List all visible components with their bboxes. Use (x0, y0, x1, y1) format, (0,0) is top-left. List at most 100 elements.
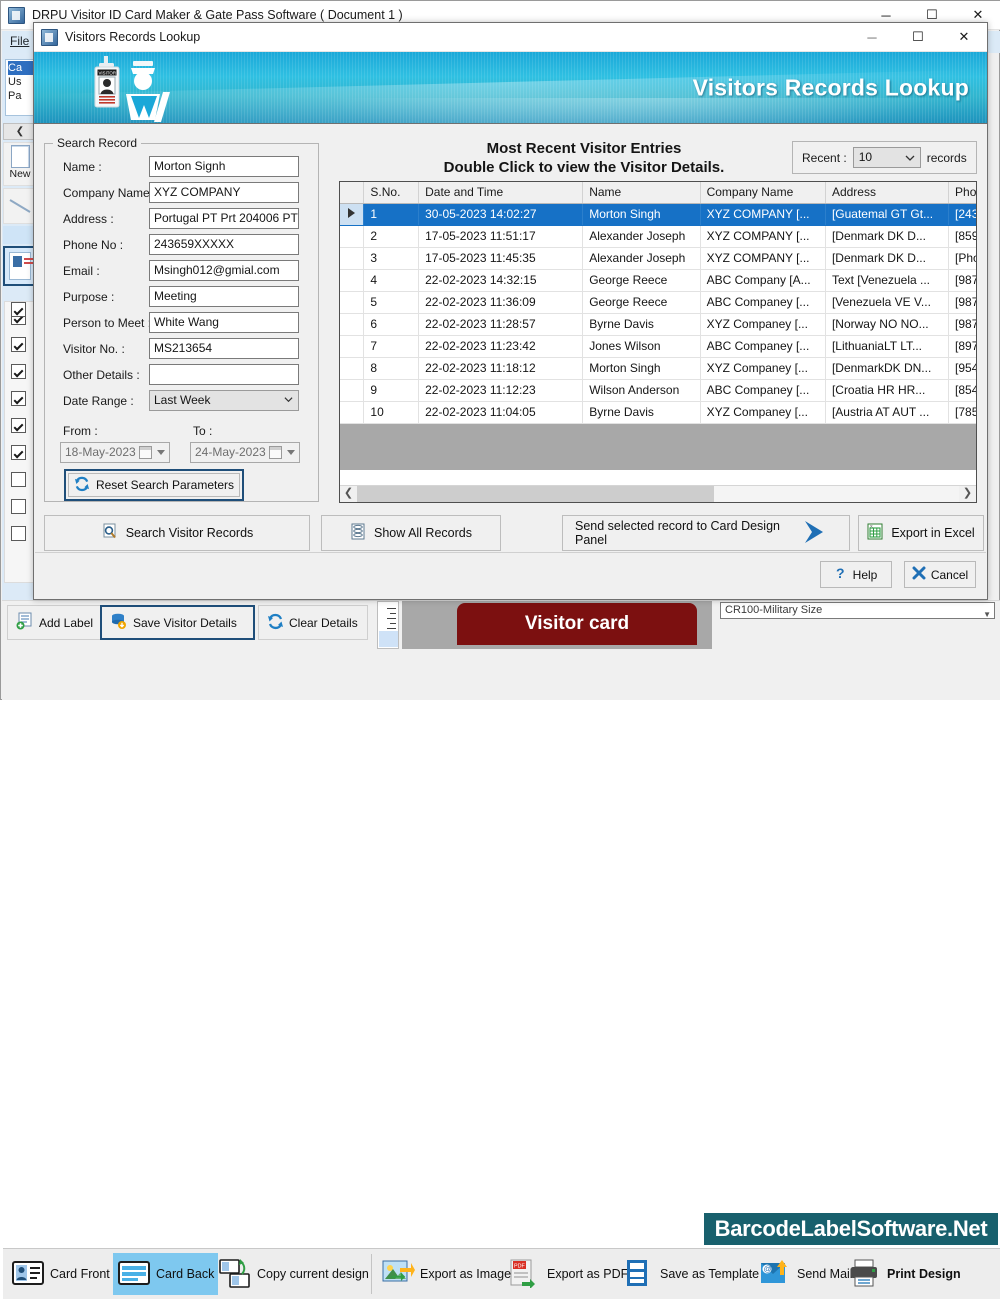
search-visitor-records-button[interactable]: Search Visitor Records (44, 515, 310, 551)
print-icon (848, 1258, 882, 1291)
scrollbar-track[interactable] (357, 485, 959, 502)
scroll-right-icon[interactable]: ❯ (959, 486, 976, 503)
records-table-panel: Most Recent Visitor Entries Double Click… (339, 135, 977, 503)
name-field[interactable]: Morton Signh (149, 156, 299, 177)
layer-checkbox-7[interactable] (11, 472, 26, 487)
dialog-icon (41, 28, 58, 46)
dialog-maximize-button[interactable]: ☐ (895, 23, 941, 51)
export-as-pdf-button[interactable]: PDF Export as PDF (508, 1253, 628, 1295)
phone-field[interactable]: 243659XXXXX (149, 234, 299, 255)
scrollbar-thumb[interactable] (357, 485, 714, 502)
save-visitor-details-button[interactable]: Save Visitor Details (100, 605, 255, 640)
table-row[interactable]: 7 22-02-2023 11:23:42 Jones Wilson ABC C… (340, 335, 976, 358)
table-row[interactable]: 4 22-02-2023 14:32:15 George Reece ABC C… (340, 269, 976, 292)
card-size-combo[interactable]: CR100-Military Size ▼ (720, 602, 995, 619)
row-indicator (340, 225, 365, 248)
table-row[interactable]: 3 17-05-2023 11:45:35 Alexander Joseph X… (340, 247, 976, 270)
header-address[interactable]: Address (825, 182, 950, 204)
table-row[interactable]: 9 22-02-2023 11:12:23 Wilson Anderson AB… (340, 379, 976, 402)
copy-current-design-button[interactable]: Copy current design (218, 1253, 369, 1295)
row-other-details: Other Details : (45, 364, 320, 389)
save-as-template-button[interactable]: Save as Template (621, 1253, 759, 1295)
card-object-button[interactable] (3, 246, 37, 286)
new-document-button[interactable]: New (3, 142, 37, 186)
card-design-canvas[interactable]: Visitor card (402, 601, 712, 649)
table-row[interactable]: 8 22-02-2023 11:18:12 Morton Singh XYZ C… (340, 357, 976, 380)
table-row[interactable]: 2 17-05-2023 11:51:17 Alexander Joseph X… (340, 225, 976, 248)
table-row[interactable]: 1 30-05-2023 14:02:27 Morton Singh XYZ C… (340, 203, 976, 226)
listbox-item-2[interactable]: Pa (8, 90, 21, 102)
table-title: Most Recent Visitor Entries Double Click… (339, 139, 829, 177)
layer-checkbox-3[interactable] (11, 364, 26, 379)
cell-name: Byrne Davis (582, 313, 701, 336)
line-tool-button[interactable] (3, 188, 37, 224)
design-toolbar: Add Label Save Visitor Details Clear Det… (2, 600, 1000, 649)
cell-datetime: 22-02-2023 11:23:42 (418, 335, 584, 358)
table-row[interactable]: 10 22-02-2023 11:04:05 Byrne Davis XYZ C… (340, 401, 976, 424)
to-date-picker[interactable]: 24-May-2023 (190, 442, 300, 463)
person-to-meet-field[interactable]: White Wang (149, 312, 299, 333)
card-front-button[interactable]: Card Front (11, 1253, 110, 1295)
clear-details-text: Clear Details (289, 615, 358, 630)
address-field[interactable]: Portugal PT Prt 204006 PT (149, 208, 299, 229)
records-grid[interactable]: S.No. Date and Time Name Company Name Ad… (339, 181, 977, 503)
other-details-field[interactable] (149, 364, 299, 385)
header-company[interactable]: Company Name (700, 182, 826, 204)
dialog-content: Search Record Name : Morton Signh Compan… (34, 125, 987, 599)
company-name-field[interactable]: XYZ COMPANY (149, 182, 299, 203)
layer-checkbox-8[interactable] (11, 499, 26, 514)
header-name[interactable]: Name (582, 182, 701, 204)
collapse-panel-button[interactable]: ❮ (3, 123, 37, 140)
cancel-button[interactable]: Cancel (904, 561, 976, 588)
photo-placeholder-icon (13, 256, 22, 267)
menu-file[interactable]: File (10, 34, 29, 48)
table-row[interactable]: 6 22-02-2023 11:28:57 Byrne Davis XYZ Co… (340, 313, 976, 336)
cell-name: Byrne Davis (582, 401, 701, 424)
visitor-no-field[interactable]: MS213654 (149, 338, 299, 359)
dialog-close-button[interactable]: ✕ (941, 23, 987, 51)
recent-count-select[interactable]: 10 (852, 147, 921, 168)
from-date-value: 18-May-2023 (65, 445, 136, 459)
table-row[interactable]: 5 22-02-2023 11:36:09 George Reece ABC C… (340, 291, 976, 314)
print-design-button[interactable]: Print Design (848, 1253, 961, 1295)
send-mail-button[interactable]: @ Send Mail (758, 1253, 853, 1295)
reset-search-parameters-button[interactable]: Reset Search Parameters (68, 473, 240, 497)
grid-horizontal-scrollbar[interactable]: ❮ ❯ (340, 485, 976, 502)
send-to-card-design-panel-button[interactable]: Send selected record to Card Design Pane… (562, 515, 850, 551)
cell-sno: 9 (363, 379, 420, 402)
header-phone[interactable]: Phone (948, 182, 976, 204)
layer-checkbox-6[interactable] (11, 445, 26, 460)
listbox-item-0[interactable]: Ca (8, 61, 36, 75)
clear-details-button[interactable]: Clear Details (258, 605, 368, 640)
header-datetime[interactable]: Date and Time (418, 182, 584, 204)
layer-checkbox-2[interactable] (11, 337, 26, 352)
date-range-select[interactable]: Last Week (149, 390, 299, 411)
help-button[interactable]: ? Help (820, 561, 892, 588)
email-field[interactable]: Msingh012@gmial.com (149, 260, 299, 281)
name-label: Name : (63, 160, 102, 174)
date-range-value: Last Week (154, 393, 211, 407)
scroll-left-icon[interactable]: ❮ (340, 486, 357, 503)
add-label-button[interactable]: Add Label (7, 605, 107, 640)
show-all-records-button[interactable]: Show All Records (321, 515, 501, 551)
layer-checkbox-4b[interactable] (11, 391, 26, 406)
purpose-field[interactable]: Meeting (149, 286, 299, 307)
dialog-minimize-button[interactable]: ─ (849, 23, 895, 51)
dialog-window-controls: ─ ☐ ✕ (849, 23, 987, 51)
application-title: DRPU Visitor ID Card Maker & Gate Pass S… (32, 8, 403, 22)
visitor-card-preview[interactable]: Visitor card (457, 603, 697, 645)
table-header-row: S.No. Date and Time Name Company Name Ad… (340, 182, 976, 204)
visitor-badge-illustration: VISITOR (94, 56, 170, 122)
vertical-ruler (377, 601, 399, 649)
dialog-banner: VISITOR Visitors Records Lookup (34, 52, 987, 124)
cell-company: ABC Company [A... (700, 269, 826, 292)
listbox-item-1[interactable]: Us (8, 76, 21, 88)
export-as-image-button[interactable]: Export as Image (381, 1253, 511, 1295)
from-date-picker[interactable]: 18-May-2023 (60, 442, 170, 463)
layer-checkbox-4[interactable] (11, 302, 26, 317)
export-in-excel-button[interactable]: X Export in Excel (858, 515, 984, 551)
layer-checkbox-5[interactable] (11, 418, 26, 433)
card-back-button[interactable]: Card Back (113, 1253, 219, 1295)
header-sno[interactable]: S.No. (363, 182, 420, 204)
layer-checkbox-9[interactable] (11, 526, 26, 541)
